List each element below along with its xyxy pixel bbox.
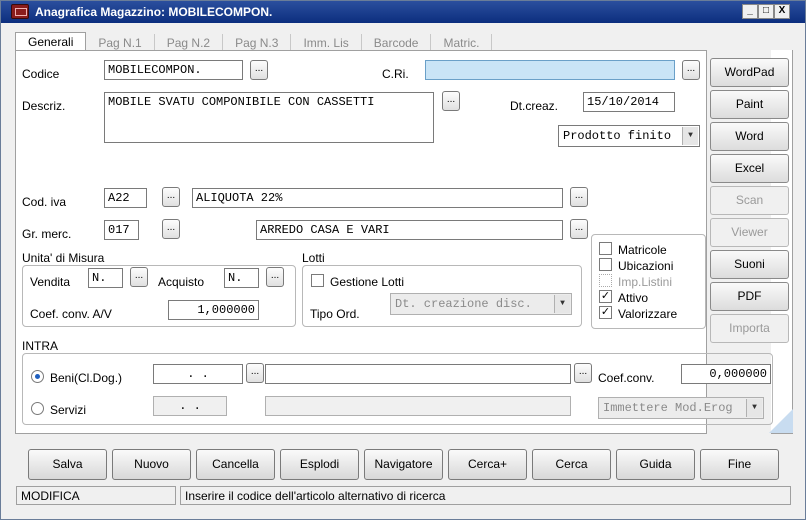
grmerc-description: ARREDO CASA E VARI [256, 220, 563, 240]
title-bar[interactable]: Anagrafica Magazzino: MOBILECOMPON. _ □ … [1, 1, 805, 23]
lotti-title: Lotti [302, 251, 325, 265]
matricole-label: Matricole [618, 243, 667, 257]
fine-button[interactable]: Fine [700, 449, 779, 480]
codiva-desc-lookup-button[interactable]: ... [570, 187, 588, 207]
tipo-ord-value: Dt. creazione disc. [395, 297, 532, 311]
imp-listini-label: Imp.Listini [618, 275, 673, 289]
suoni-button[interactable]: Suoni [710, 250, 789, 279]
cri-label: C.Ri. [382, 67, 409, 81]
app-icon [11, 4, 29, 19]
descriz-lookup-button[interactable]: ... [442, 91, 460, 111]
vendita-lookup-button[interactable]: ... [130, 267, 148, 287]
codiva-label: Cod. iva [22, 195, 67, 209]
cri-input[interactable] [425, 60, 675, 80]
esplodi-button[interactable]: Esplodi [280, 449, 359, 480]
mod-erog-select[interactable]: Immettere Mod.Erog ▼ [598, 397, 764, 419]
status-mode: MODIFICA [16, 486, 176, 505]
status-message: Inserire il codice dell'articolo alterna… [180, 486, 791, 505]
tipo-ord-select[interactable]: Dt. creazione disc. ▼ [390, 293, 572, 315]
grmerc-label: Gr. merc. [22, 227, 72, 241]
codiva-lookup-button[interactable]: ... [162, 187, 180, 207]
servizi-input[interactable]: . . [153, 396, 227, 416]
tipo-ord-label: Tipo Ord. [310, 307, 360, 321]
descriz-label: Descriz. [22, 99, 66, 113]
codice-lookup-button[interactable]: ... [250, 60, 268, 80]
tipo-select-value: Prodotto finito [563, 129, 672, 143]
nuovo-button[interactable]: Nuovo [112, 449, 191, 480]
dtcreaz-input[interactable]: 15/10/2014 [583, 92, 675, 112]
beni-desc-lookup-button[interactable]: ... [574, 363, 592, 383]
importa-button[interactable]: Importa [710, 314, 789, 343]
cerca-plus-button[interactable]: Cerca+ [448, 449, 527, 480]
resize-corner [769, 409, 793, 433]
guida-button[interactable]: Guida [616, 449, 695, 480]
tab-bar: Generali Pag N.1 Pag N.2 Pag N.3 Imm. Li… [15, 32, 493, 52]
excel-button[interactable]: Excel [710, 154, 789, 183]
codiva-input[interactable]: A22 [104, 188, 147, 208]
pdf-button[interactable]: PDF [710, 282, 789, 311]
ubicazioni-label: Ubicazioni [618, 259, 674, 273]
attivo-label: Attivo [618, 291, 649, 305]
paint-button[interactable]: Paint [710, 90, 789, 119]
salva-button[interactable]: Salva [28, 449, 107, 480]
tipo-select[interactable]: Prodotto finito ▼ [558, 125, 700, 147]
minimize-button[interactable]: _ [742, 4, 758, 19]
valorizzare-checkbox[interactable]: ✓ [599, 306, 612, 319]
grmerc-lookup-button[interactable]: ... [162, 219, 180, 239]
servizi-radio[interactable] [31, 402, 44, 415]
dtcreaz-label: Dt.creaz. [510, 99, 559, 113]
beni-label: Beni(Cl.Dog.) [50, 371, 123, 385]
gestione-lotti-label: Gestione Lotti [330, 275, 405, 289]
grmerc-desc-lookup-button[interactable]: ... [570, 219, 588, 239]
window-title: Anagrafica Magazzino: MOBILECOMPON. [35, 5, 273, 19]
gestione-lotti-checkbox[interactable] [311, 274, 324, 287]
beni-description [265, 364, 571, 384]
acquisto-input[interactable]: N. [224, 268, 259, 288]
viewer-button[interactable]: Viewer [710, 218, 789, 247]
coef-label: Coef. conv. A/V [30, 307, 112, 321]
codiva-description: ALIQUOTA 22% [192, 188, 563, 208]
chevron-down-icon: ▼ [682, 127, 698, 145]
mod-erog-value: Immettere Mod.Erog [603, 401, 733, 415]
main-window: Anagrafica Magazzino: MOBILECOMPON. _ □ … [0, 0, 806, 520]
vendita-label: Vendita [30, 275, 71, 289]
intra-title: INTRA [22, 339, 58, 353]
chevron-down-icon: ▼ [746, 399, 762, 417]
coef-input[interactable]: 1,000000 [168, 300, 259, 320]
beni-radio[interactable] [31, 370, 44, 383]
cri-lookup-button[interactable]: ... [682, 60, 700, 80]
intra-coef-label: Coef.conv. [598, 371, 655, 385]
descriz-textarea[interactable]: MOBILE SVATU COMPONIBILE CON CASSETTI [104, 92, 434, 143]
codice-input[interactable]: MOBILECOMPON. [104, 60, 243, 80]
um-title: Unita' di Misura [22, 251, 105, 265]
cerca-button[interactable]: Cerca [532, 449, 611, 480]
close-button[interactable]: X [774, 4, 790, 19]
acquisto-label: Acquisto [158, 275, 205, 289]
cancella-button[interactable]: Cancella [196, 449, 275, 480]
acquisto-lookup-button[interactable]: ... [266, 267, 284, 287]
codice-label: Codice [22, 67, 60, 81]
grmerc-input[interactable]: 017 [104, 220, 139, 240]
servizi-label: Servizi [50, 403, 87, 417]
navigatore-button[interactable]: Navigatore [364, 449, 443, 480]
maximize-button[interactable]: □ [758, 4, 774, 19]
tab-generali[interactable]: Generali [15, 32, 87, 52]
imp-listini-checkbox[interactable] [599, 274, 612, 287]
word-button[interactable]: Word [710, 122, 789, 151]
servizi-description [265, 396, 571, 416]
chevron-down-icon: ▼ [554, 295, 570, 313]
beni-lookup-button[interactable]: ... [246, 363, 264, 383]
valorizzare-label: Valorizzare [618, 307, 678, 321]
intra-coef-input[interactable]: 0,000000 [681, 364, 771, 384]
wordpad-button[interactable]: WordPad [710, 58, 789, 87]
vendita-input[interactable]: N. [88, 268, 123, 288]
scan-button[interactable]: Scan [710, 186, 789, 215]
beni-input[interactable]: . . [153, 364, 243, 384]
attivo-checkbox[interactable]: ✓ [599, 290, 612, 303]
matricole-checkbox[interactable] [599, 242, 612, 255]
ubicazioni-checkbox[interactable] [599, 258, 612, 271]
